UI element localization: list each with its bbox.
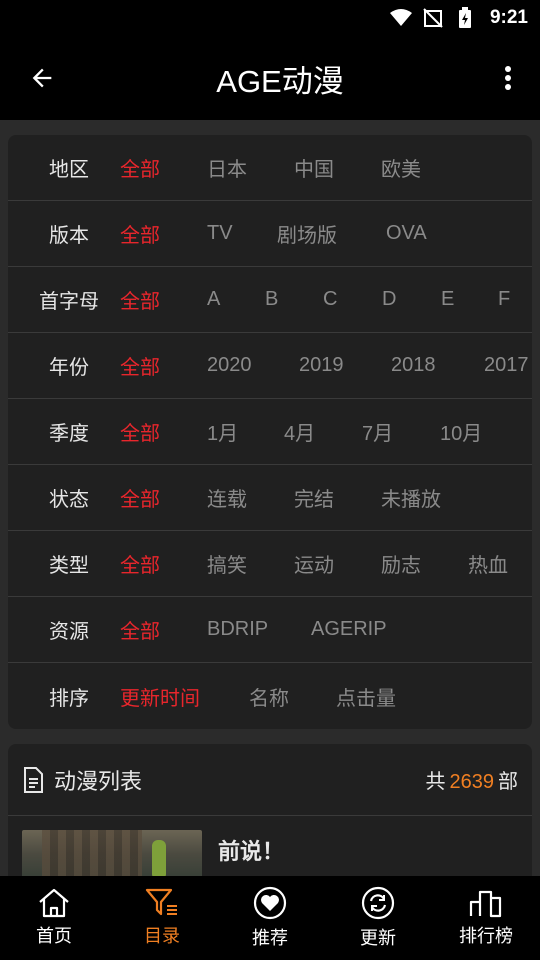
more-vert-icon [505,66,511,90]
filter-row-resource: 资源 全部 BDRIP AGERIP [8,597,532,663]
filter-option[interactable]: 欧美 [381,153,421,182]
filter-panel: 地区 全部 日本 中国 欧美 版本 全部 TV 剧场版 OVA 首字母 全部 A… [8,135,532,729]
filter-option[interactable]: 名称 [249,682,289,711]
app-bar: AGE动漫 [0,36,540,120]
count-suffix: 部 [498,769,518,793]
anime-title[interactable]: 前说！ [218,834,284,866]
filter-option[interactable]: 4月 [284,417,315,446]
cover-figure [152,840,166,880]
filter-option[interactable]: A [207,288,220,311]
page-title: AGE动漫 [216,63,344,99]
status-bar: 9:21 [0,0,540,36]
nav-ranking[interactable]: 排行榜 [432,876,540,960]
filter-option[interactable]: AGERIP [311,618,387,641]
filter-icon [145,888,177,916]
filter-option[interactable]: 2019 [299,354,344,377]
filter-option-selected[interactable]: 全部 [120,153,160,182]
more-options-button[interactable] [476,36,540,120]
filter-option[interactable]: 热血 [468,549,508,578]
refresh-icon [361,886,395,920]
filter-label: 年份 [49,355,89,379]
nav-catalog[interactable]: 目录 [108,876,216,960]
home-icon [39,888,69,918]
filter-label: 季度 [49,421,89,445]
nav-home[interactable]: 首页 [0,876,108,960]
filter-option[interactable]: 励志 [381,549,421,578]
filter-option[interactable]: E [441,288,454,311]
wifi-icon [389,7,412,29]
filter-option[interactable]: TV [207,222,233,245]
filter-option-selected[interactable]: 全部 [120,351,160,380]
ranking-icon [469,890,502,918]
filter-label: 首字母 [39,289,99,313]
filter-option[interactable]: 中国 [294,153,334,182]
nav-label: 首页 [36,926,72,947]
total-count: 共 2639 部 [426,765,519,794]
filter-row-version: 版本 全部 TV 剧场版 OVA [8,201,532,267]
filter-option-selected[interactable]: 全部 [120,219,160,248]
filter-row-year: 年份 全部 2020 2019 2018 2017 [8,333,532,399]
filter-label: 类型 [49,553,89,577]
filter-row-sort: 排序 更新时间 名称 点击量 [8,663,532,729]
filter-option[interactable]: 2017 [484,354,529,377]
filter-option[interactable]: 10月 [440,417,482,446]
filter-option[interactable]: 2018 [391,354,436,377]
filter-row-initial: 首字母 全部 A B C D E F [8,267,532,333]
filter-option[interactable]: 未播放 [381,483,441,512]
filter-option[interactable]: C [323,288,337,311]
bottom-navigation: 首页 目录 推荐 更新 排行榜 [0,876,540,960]
filter-option-selected[interactable]: 全部 [120,483,160,512]
list-header: 动漫列表 共 2639 部 [8,744,532,816]
filter-option[interactable]: D [382,288,396,311]
clock-time: 9:21 [489,7,528,28]
filter-option[interactable]: 1月 [207,417,238,446]
list-title: 动漫列表 [54,769,143,795]
filter-option-selected[interactable]: 全部 [120,615,160,644]
filter-option[interactable]: 连载 [207,483,247,512]
nav-updates[interactable]: 更新 [324,876,432,960]
filter-option[interactable]: 完结 [294,483,334,512]
filter-option[interactable]: 剧场版 [277,219,337,248]
filter-option[interactable]: OVA [386,222,427,245]
filter-option-selected[interactable]: 全部 [120,549,160,578]
anime-list-card: 动漫列表 共 2639 部 前说！ [8,744,532,884]
filter-row-status: 状态 全部 连载 完结 未播放 [8,465,532,531]
nav-label: 推荐 [252,928,288,949]
document-list-icon [24,766,43,793]
filter-option[interactable]: 点击量 [336,682,396,711]
filter-option[interactable]: 7月 [362,417,393,446]
nav-label: 排行榜 [459,926,513,947]
count-prefix: 共 [425,769,446,793]
filter-option[interactable]: 搞笑 [207,549,247,578]
filter-label: 排序 [49,685,89,710]
filter-option-selected[interactable]: 全部 [120,285,160,314]
nav-label: 更新 [360,928,396,949]
arrow-back-icon [32,68,52,88]
no-signal-icon [422,7,444,29]
filter-option[interactable]: 2020 [207,354,252,377]
filter-label: 版本 [49,223,89,247]
filter-option[interactable]: 日本 [207,153,247,182]
filter-label: 地区 [49,157,89,181]
heart-icon [253,886,287,920]
count-number: 2639 [449,771,495,793]
filter-option[interactable]: BDRIP [207,618,268,641]
nav-label: 目录 [144,926,180,947]
filter-option-selected[interactable]: 全部 [120,417,160,446]
battery-charging-icon [454,7,476,29]
filter-option[interactable]: B [265,288,278,311]
filter-row-region: 地区 全部 日本 中国 欧美 [8,135,532,201]
back-button[interactable] [0,36,84,120]
filter-label: 资源 [49,619,89,643]
nav-recommend[interactable]: 推荐 [216,876,324,960]
filter-option-selected[interactable]: 更新时间 [120,682,200,711]
filter-option[interactable]: F [498,288,510,311]
filter-label: 状态 [49,487,89,511]
filter-option[interactable]: 运动 [294,549,334,578]
filter-row-season: 季度 全部 1月 4月 7月 10月 [8,399,532,465]
filter-row-genre: 类型 全部 搞笑 运动 励志 热血 [8,531,532,597]
